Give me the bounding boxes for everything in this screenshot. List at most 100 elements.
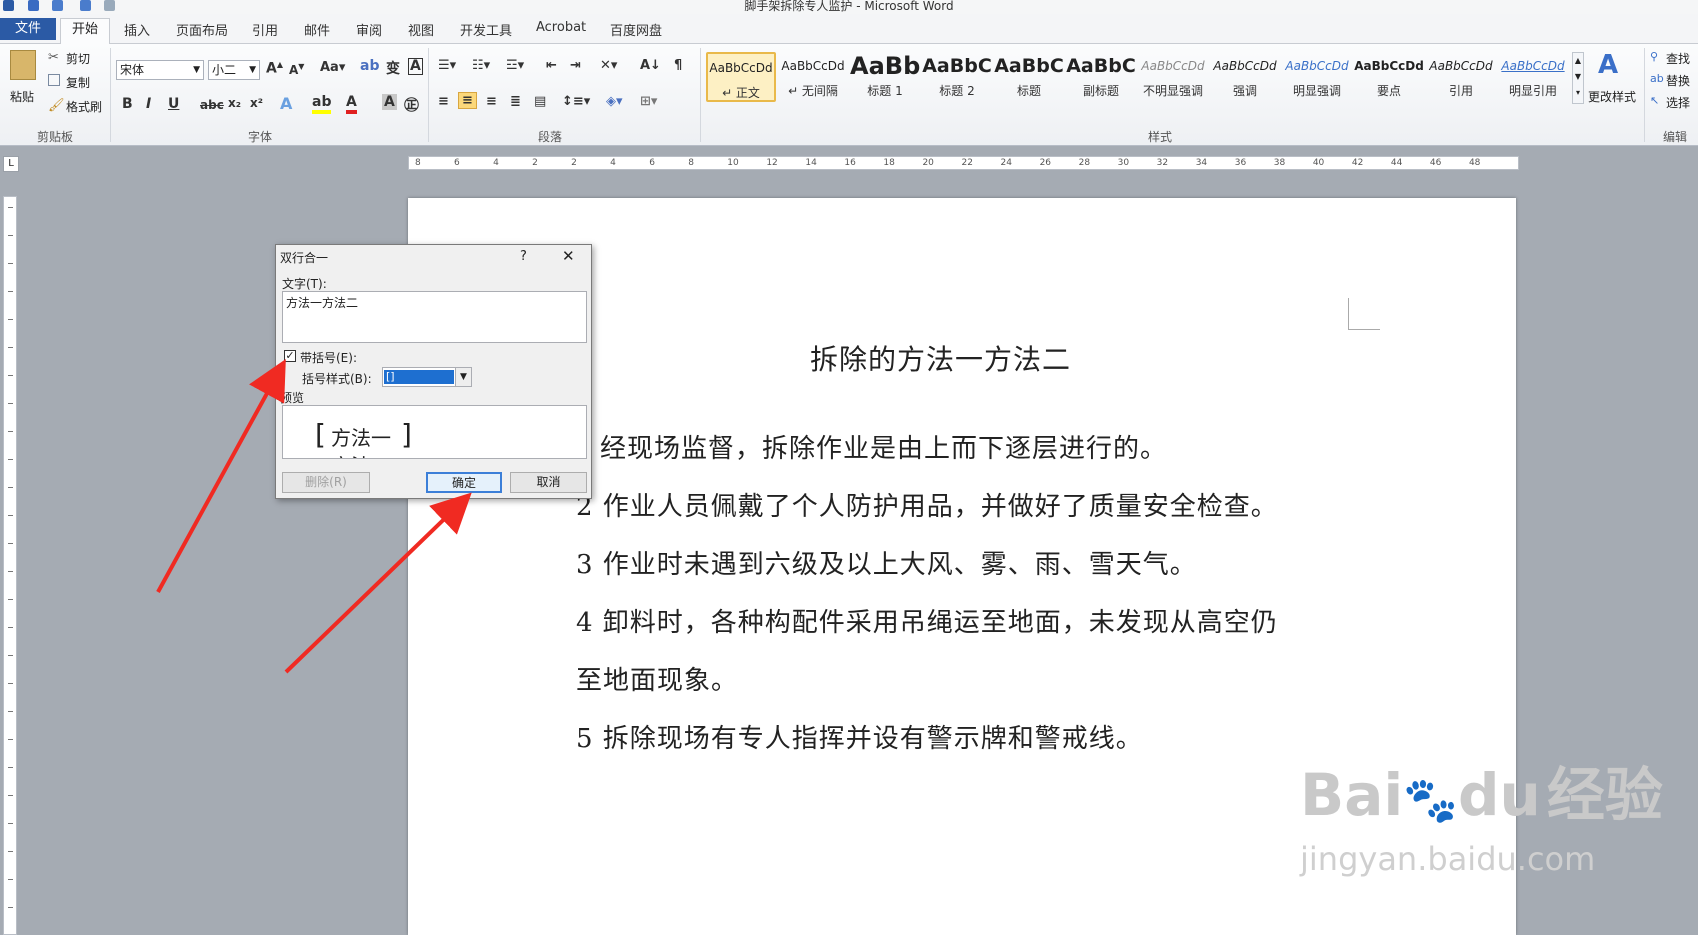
tab-file[interactable]: 文件 (0, 18, 56, 40)
tab-selector-button[interactable]: L (3, 156, 19, 172)
style-no-spacing[interactable]: AaBbCcDd ↵ 无间隔 (778, 52, 848, 102)
style-subtle-emphasis[interactable]: AaBbCcDd 不明显强调 (1138, 52, 1208, 102)
tab-insert[interactable]: 插入 (124, 20, 150, 39)
ruler-tick (8, 795, 13, 796)
chevron-down-icon[interactable]: ▼ (455, 368, 471, 386)
grow-font-icon[interactable]: A▲ (266, 60, 283, 77)
shading-icon[interactable]: ◈▾ (606, 94, 623, 109)
change-styles-icon: A (1598, 50, 1619, 80)
distributed-icon[interactable]: ▤ (534, 94, 546, 109)
format-painter-button[interactable]: 格式刷 (66, 98, 102, 115)
ribbon: 粘贴 ✂ 剪切 复制 🖌 格式刷 剪贴板 宋体 ▼ 小二 ▼ A▲ A▼ Aa▾ a… (0, 44, 1698, 146)
ruler-number: 4 (610, 158, 616, 168)
ruler-number: 22 (961, 158, 973, 168)
change-styles-button[interactable]: 更改样式 (1588, 88, 1636, 105)
increase-indent-icon[interactable]: ⇥ (570, 58, 581, 73)
justify-icon[interactable]: ≣ (510, 94, 521, 109)
font-size-combo[interactable]: 小二 ▼ (208, 60, 260, 80)
bold-icon[interactable]: B (122, 96, 133, 112)
numbering-icon[interactable]: ☷▾ (472, 58, 490, 73)
help-button[interactable]: ? (520, 249, 527, 264)
tab-mailings[interactable]: 邮件 (304, 20, 330, 39)
borders-icon[interactable]: ⊞▾ (640, 94, 657, 109)
style-sample: AaBb (850, 52, 920, 80)
vertical-ruler[interactable] (3, 196, 17, 935)
document-line: 2 作业人员佩戴了个人防护用品，并做好了质量安全检查。 (576, 492, 1278, 522)
multilevel-list-icon[interactable]: ☲▾ (506, 58, 524, 73)
tab-home[interactable]: 开始 (60, 18, 110, 44)
ruler-number: 38 (1273, 158, 1286, 168)
phonetic-guide-icon[interactable]: ab (360, 58, 379, 74)
ruler-tick (8, 823, 13, 824)
style-emphasis[interactable]: AaBbCcDd 强调 (1210, 52, 1280, 102)
font-color-icon[interactable]: A (346, 94, 357, 114)
ruler-tick (8, 907, 13, 908)
ruler-number: 42 (1351, 158, 1364, 168)
style-normal[interactable]: AaBbCcDd ↵ 正文 (706, 52, 776, 102)
superscript-icon[interactable]: x² (250, 96, 263, 110)
style-heading-2[interactable]: AaBbC 标题 2 (922, 52, 992, 102)
style-quote[interactable]: AaBbCcDd 引用 (1426, 52, 1496, 102)
underline-icon[interactable]: U (168, 96, 179, 112)
ruler-tick (8, 515, 13, 516)
tab-developer[interactable]: 开发工具 (460, 20, 512, 39)
ok-button[interactable]: 确定 (426, 472, 502, 493)
enclose-characters-icon[interactable]: ㊣ (404, 94, 419, 115)
paste-icon[interactable] (10, 50, 36, 80)
copy-button[interactable]: 复制 (66, 74, 90, 91)
replace-button[interactable]: 替换 (1666, 72, 1690, 89)
clear-format-icon[interactable]: 变 (386, 58, 400, 78)
shrink-font-icon[interactable]: A▼ (289, 62, 304, 77)
close-icon[interactable]: ✕ (562, 247, 575, 265)
italic-icon[interactable]: I (146, 96, 151, 112)
watermark-text: 经验 (1546, 761, 1663, 829)
character-shading-icon[interactable]: A (382, 94, 397, 110)
horizontal-ruler[interactable]: 8 6 4 2 2 4 6 8 10 12 14 16 18 20 22 24 26 28 30 32 34 36 38 40… (408, 156, 1519, 170)
text-input[interactable]: 方法一方法二 (282, 291, 587, 343)
chinese-layout-icon[interactable]: ✕▾ (600, 58, 617, 73)
align-left-icon[interactable]: ≡ (438, 94, 449, 109)
tab-baidu-netdisk[interactable]: 百度网盘 (610, 20, 662, 39)
select-button[interactable]: 选择 (1666, 94, 1690, 111)
ruler-tick (8, 459, 13, 460)
show-marks-icon[interactable]: ¶ (674, 58, 682, 73)
cancel-button[interactable]: 取消 (510, 472, 587, 493)
style-intense-quote[interactable]: AaBbCcDd 明显引用 (1498, 52, 1568, 102)
align-center-icon[interactable]: ≡ (458, 92, 477, 109)
replace-icon: ab (1650, 72, 1664, 85)
style-title[interactable]: AaBbC 标题 (994, 52, 1064, 102)
text-effects-icon[interactable]: A (280, 94, 292, 113)
tab-page-layout[interactable]: 页面布局 (176, 20, 228, 39)
bullets-icon[interactable]: ☰▾ (438, 58, 456, 73)
decrease-indent-icon[interactable]: ⇤ (546, 58, 557, 73)
ruler-tick (8, 235, 13, 236)
cut-button[interactable]: 剪切 (66, 50, 90, 67)
subscript-icon[interactable]: x₂ (228, 96, 241, 110)
tab-view[interactable]: 视图 (408, 20, 434, 39)
style-sample: AaBbCcDd (1354, 59, 1424, 73)
style-intense-emphasis[interactable]: AaBbCcDd 明显强调 (1282, 52, 1352, 102)
watermark-url: jingyan.baidu.com (1300, 840, 1596, 878)
sort-icon[interactable]: A↓ (640, 58, 661, 73)
highlight-icon[interactable]: ab (312, 94, 332, 114)
line-spacing-icon[interactable]: ↕≡▾ (562, 94, 590, 109)
tab-references[interactable]: 引用 (252, 20, 278, 39)
bracket-style-select[interactable]: [] ▼ (382, 367, 472, 387)
paste-button[interactable]: 粘贴 (10, 88, 34, 105)
find-button[interactable]: 查找 (1666, 50, 1690, 67)
strikethrough-icon[interactable]: abc (200, 98, 224, 112)
style-subtitle[interactable]: AaBbC 副标题 (1066, 52, 1136, 102)
ruler-number: 20 (922, 158, 934, 168)
styles-scroll[interactable]: ▲ ▼ ▾ (1572, 52, 1584, 104)
bracket-checkbox[interactable]: ✓ (284, 350, 296, 362)
tab-review[interactable]: 审阅 (356, 20, 382, 39)
align-right-icon[interactable]: ≡ (486, 94, 497, 109)
style-name: 副标题 (1082, 84, 1119, 98)
font-name-combo[interactable]: 宋体 ▼ (116, 60, 204, 80)
change-case-icon[interactable]: Aa▾ (320, 60, 345, 75)
style-strong[interactable]: AaBbCcDd 要点 (1354, 52, 1424, 102)
character-border-icon[interactable]: A (408, 58, 423, 75)
style-heading-1[interactable]: AaBb 标题 1 (850, 52, 920, 102)
delete-button[interactable]: 删除(R) (282, 472, 370, 493)
tab-acrobat[interactable]: Acrobat (536, 20, 586, 35)
